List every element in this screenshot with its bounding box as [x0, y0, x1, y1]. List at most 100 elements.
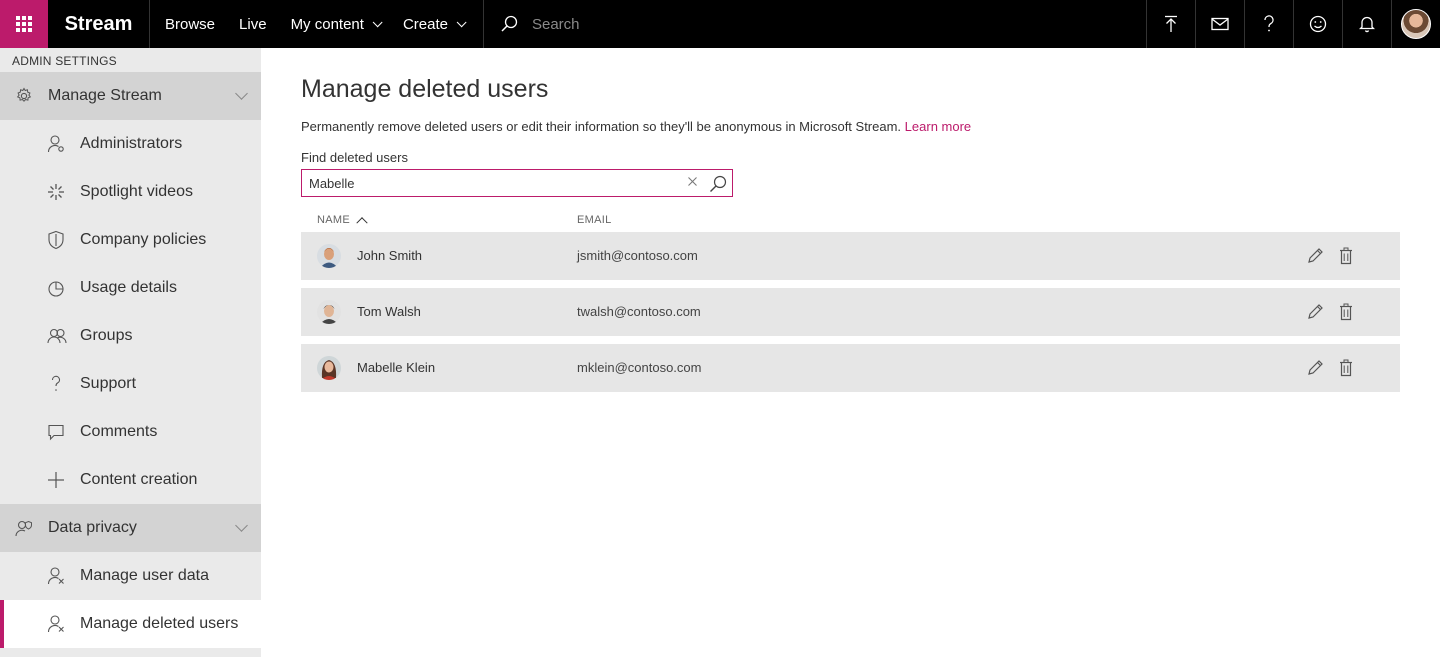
spotlight-icon: [48, 184, 64, 200]
user-email: twalsh@contoso.com: [577, 304, 701, 319]
sidebar-item-administrators[interactable]: Administrators: [0, 120, 261, 168]
groups-icon: [47, 328, 67, 344]
help-icon: [1264, 15, 1274, 32]
sidebar-section-manage-stream[interactable]: Manage Stream: [0, 72, 261, 120]
table-header: NAME EMAIL: [301, 212, 1400, 230]
app-title[interactable]: Stream: [48, 0, 150, 48]
sidebar-item-manage-user-data[interactable]: Manage user data: [0, 552, 261, 600]
nav-live-label: Live: [239, 15, 267, 33]
page-description: Permanently remove deleted users or edit…: [301, 119, 971, 134]
waffle-icon: [16, 16, 32, 32]
mail-icon: [1211, 17, 1229, 31]
search-icon: [501, 15, 518, 32]
sidebar-item-spotlight-videos[interactable]: Spotlight videos: [0, 168, 261, 216]
chevron-down-icon: [372, 16, 383, 27]
sidebar-item-label: Manage user data: [80, 567, 209, 584]
trash-icon[interactable]: [1339, 359, 1353, 377]
chevron-down-icon: [235, 87, 248, 100]
smiley-icon: [1309, 15, 1327, 33]
user-name: Mabelle Klein: [357, 360, 436, 375]
find-deleted-users-input[interactable]: [309, 174, 669, 192]
upload-button[interactable]: [1146, 0, 1195, 48]
nav-create[interactable]: Create: [391, 0, 475, 48]
plus-icon: [48, 472, 64, 488]
avatar: [317, 356, 341, 380]
smiley-button[interactable]: [1293, 0, 1342, 48]
pie-chart-icon: [48, 281, 64, 297]
edit-pencil-icon[interactable]: [1306, 303, 1324, 321]
learn-more-link[interactable]: Learn more: [905, 119, 971, 134]
person-x-icon: [47, 615, 64, 633]
sidebar-item-label: Comments: [80, 423, 158, 440]
person-x-icon: [47, 567, 64, 585]
sidebar-section-label: Data privacy: [48, 519, 137, 536]
nav-my-content-label: My content: [290, 15, 364, 33]
table-row[interactable]: Tom Walsh twalsh@contoso.com: [301, 288, 1400, 336]
user-email: mklein@contoso.com: [577, 360, 702, 375]
search-placeholder: Search: [531, 15, 580, 33]
nav-live[interactable]: Live: [227, 0, 279, 48]
sidebar-header: ADMIN SETTINGS: [12, 54, 117, 68]
help-button[interactable]: [1244, 0, 1293, 48]
find-deleted-users-box: [301, 169, 733, 197]
sidebar-item-label: Spotlight videos: [80, 183, 193, 200]
sidebar-item-label: Manage deleted users: [80, 615, 239, 632]
trash-icon[interactable]: [1339, 247, 1353, 265]
nav-browse-label: Browse: [165, 15, 216, 33]
notifications-button[interactable]: [1342, 0, 1391, 48]
sidebar-item-label: Groups: [80, 327, 133, 344]
search-icon[interactable]: [708, 174, 728, 194]
deleted-users-table: John Smith jsmith@contoso.com Tom Walsh …: [301, 232, 1400, 400]
sidebar-item-usage-details[interactable]: Usage details: [0, 264, 261, 312]
top-search-box[interactable]: Search: [484, 0, 1146, 48]
avatar: [1401, 9, 1431, 39]
column-header-name[interactable]: NAME: [317, 214, 368, 229]
nav-browse[interactable]: Browse: [150, 0, 227, 48]
bell-icon: [1359, 16, 1375, 33]
avatar: [317, 300, 341, 324]
sidebar-item-company-policies[interactable]: Company policies: [0, 216, 261, 264]
table-row[interactable]: John Smith jsmith@contoso.com: [301, 232, 1400, 280]
user-name: Tom Walsh: [357, 304, 421, 319]
chevron-down-icon: [235, 519, 248, 532]
shield-icon: [48, 230, 64, 250]
column-header-name-label: NAME: [317, 214, 350, 226]
sidebar-item-support[interactable]: Support: [0, 360, 261, 408]
sidebar-item-content-creation[interactable]: Content creation: [0, 456, 261, 504]
edit-pencil-icon[interactable]: [1306, 359, 1324, 377]
trash-icon[interactable]: [1339, 303, 1353, 321]
avatar: [317, 244, 341, 268]
nav-create-label: Create: [402, 15, 448, 33]
sidebar-item-groups[interactable]: Groups: [0, 312, 261, 360]
nav-my-content[interactable]: My content: [279, 0, 391, 48]
sidebar-item-label: Content creation: [80, 471, 198, 488]
sidebar-item-label: Support: [80, 375, 137, 392]
admin-sidebar: ADMIN SETTINGS Manage Stream Administrat…: [0, 48, 261, 657]
column-header-email[interactable]: EMAIL: [577, 214, 612, 226]
sidebar-section-label: Manage Stream: [48, 87, 162, 104]
app-launcher-button[interactable]: [0, 0, 48, 48]
find-deleted-users-label: Find deleted users: [301, 150, 408, 165]
upload-icon: [1165, 15, 1177, 32]
sidebar-item-label: Company policies: [80, 231, 207, 248]
clear-icon[interactable]: [687, 176, 698, 187]
sidebar-item-label: Usage details: [80, 279, 177, 296]
sort-ascending-icon: [356, 217, 368, 229]
table-row[interactable]: Mabelle Klein mklein@contoso.com: [301, 344, 1400, 392]
top-bar: Stream Browse Live My content Create Sea…: [0, 0, 1440, 48]
gear-icon: [16, 87, 32, 102]
feedback-button[interactable]: [1195, 0, 1244, 48]
edit-pencil-icon[interactable]: [1306, 247, 1324, 265]
sidebar-item-manage-deleted-users[interactable]: Manage deleted users: [0, 600, 261, 648]
sidebar-item-comments[interactable]: Comments: [0, 408, 261, 456]
chevron-down-icon: [456, 16, 467, 27]
question-icon: [51, 375, 60, 391]
people-shield-icon: [15, 520, 32, 537]
sidebar-section-data-privacy[interactable]: Data privacy: [0, 504, 261, 552]
user-menu-button[interactable]: [1391, 0, 1440, 48]
admin-person-icon: [47, 135, 64, 153]
description-text: Permanently remove deleted users or edit…: [301, 119, 902, 134]
user-name: John Smith: [357, 248, 423, 263]
user-email: jsmith@contoso.com: [577, 248, 698, 263]
page-title: Manage deleted users: [301, 75, 549, 103]
